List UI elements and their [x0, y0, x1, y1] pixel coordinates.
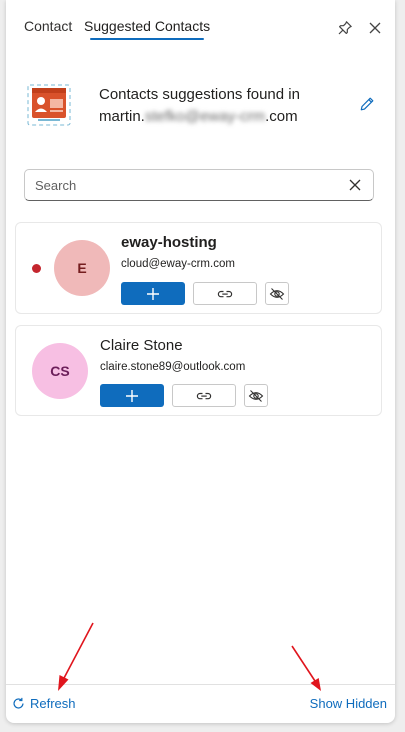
- unread-indicator: [32, 264, 41, 273]
- plus-icon: [126, 389, 138, 402]
- add-contact-button[interactable]: [100, 384, 164, 407]
- contact-email: claire.stone89@outlook.com: [100, 361, 246, 373]
- hide-contact-button[interactable]: [244, 384, 268, 407]
- eye-off-icon: [269, 287, 285, 300]
- contact-name: eway-hosting: [121, 234, 217, 251]
- pin-icon[interactable]: [335, 18, 355, 38]
- link-contact-button[interactable]: [172, 384, 236, 407]
- pane-footer: Refresh Show Hidden: [6, 684, 395, 723]
- contact-card: CS Claire Stone claire.stone89@outlook.c…: [15, 325, 382, 416]
- suggestions-header: Contacts suggestions found in martin.ste…: [26, 82, 379, 132]
- eye-off-icon: [248, 389, 264, 402]
- refresh-label: Refresh: [30, 696, 76, 711]
- active-tab-indicator: [90, 38, 204, 40]
- edit-pencil-icon[interactable]: [359, 96, 377, 114]
- avatar: E: [54, 240, 110, 296]
- tab-contact[interactable]: Contact: [24, 18, 72, 34]
- plus-icon: [147, 287, 159, 300]
- refresh-icon: [13, 697, 24, 709]
- header-line1: Contacts suggestions found in: [99, 86, 300, 103]
- contact-card-illustration-icon: [26, 82, 72, 128]
- avatar: CS: [32, 343, 88, 399]
- link-icon: [196, 392, 212, 399]
- search-box: [24, 169, 374, 201]
- clear-search-icon[interactable]: [347, 177, 363, 193]
- contact-name: Claire Stone: [100, 337, 183, 354]
- suggestions-header-text: Contacts suggestions found in martin.ste…: [99, 84, 339, 128]
- contact-email: cloud@eway-crm.com: [121, 258, 235, 270]
- blurred-email-part: stefko@eway-crm: [144, 108, 266, 125]
- tab-suggested-contacts[interactable]: Suggested Contacts: [84, 18, 210, 34]
- add-contact-button[interactable]: [121, 282, 185, 305]
- search-input[interactable]: [35, 170, 335, 200]
- link-contact-button[interactable]: [193, 282, 257, 305]
- link-icon: [217, 290, 233, 297]
- contact-card: E eway-hosting cloud@eway-crm.com: [15, 222, 382, 314]
- close-icon[interactable]: [365, 18, 385, 38]
- mailbox-email: martin.stefko@eway-crm.com: [99, 108, 298, 125]
- suggested-contacts-pane: Contact Suggested Contacts Contacts sugg…: [6, 0, 395, 723]
- hide-contact-button[interactable]: [265, 282, 289, 305]
- show-hidden-button[interactable]: Show Hidden: [310, 696, 387, 711]
- tab-bar: Contact Suggested Contacts: [6, 0, 395, 44]
- refresh-button[interactable]: Refresh: [12, 696, 76, 711]
